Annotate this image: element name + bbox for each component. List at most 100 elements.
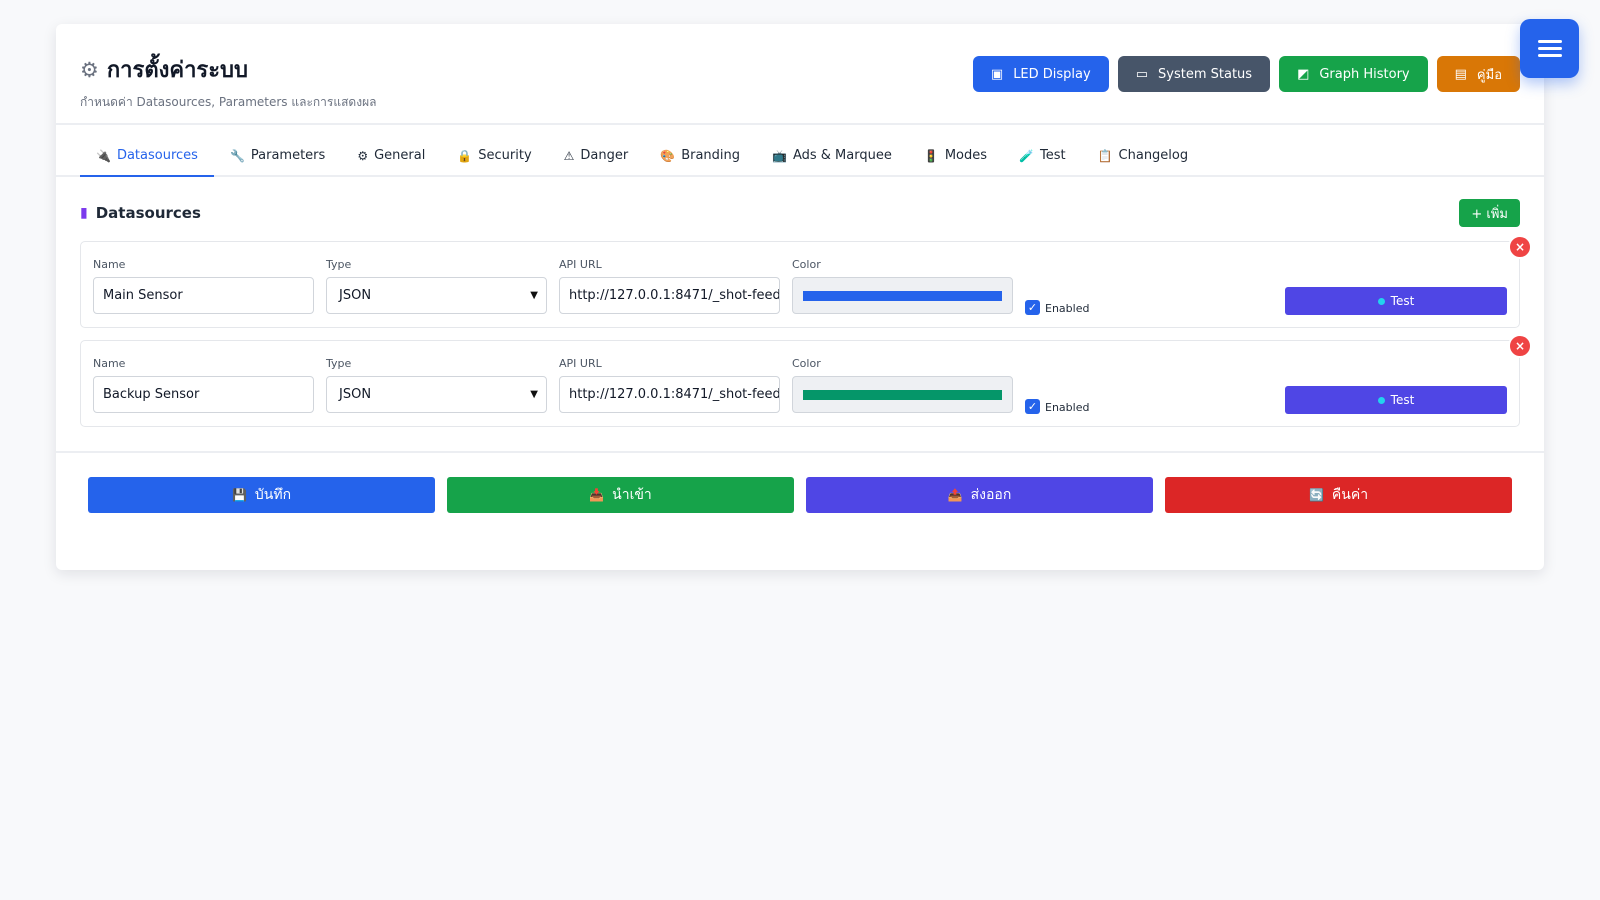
tab-label: Branding (681, 148, 741, 163)
status-dot-icon (1377, 297, 1385, 305)
graph-history-button[interactable]: ◩ Graph History (1279, 56, 1428, 92)
type-value: JSON (339, 288, 372, 303)
tab-parameters[interactable]: 🔧 Parameters (214, 136, 341, 177)
computer-icon: ▭ (1135, 66, 1149, 82)
enabled-toggle[interactable]: ✓ Enabled (1025, 258, 1246, 327)
tab-label: Ads & Marquee (792, 148, 892, 163)
settings-card: ⚙ การตั้งค่าระบบ กำหนดค่า Datasources, P… (56, 24, 1544, 570)
tab-label: Test (1039, 148, 1066, 163)
page-subtitle: กำหนดค่า Datasources, Parameters และการแ… (80, 95, 377, 109)
monitor-icon: ▣ (990, 66, 1004, 82)
tab-changelog[interactable]: 📋 Changelog (1082, 136, 1205, 177)
settings-tabs: 🔌 Datasources 🔧 Parameters ⚙ General 🔒 S… (56, 125, 1544, 177)
chevron-down-icon: ▼ (530, 389, 538, 400)
tab-branding[interactable]: 🎨 Branding (644, 136, 756, 177)
test-datasource-button[interactable]: Test (1285, 287, 1507, 315)
test-cell: Test (1258, 357, 1507, 426)
tab-danger[interactable]: ⚠ Danger (548, 136, 645, 177)
database-icon: ▮ (80, 205, 88, 221)
tab-label: Parameters (250, 148, 326, 163)
color-swatch (803, 389, 1002, 400)
color-picker[interactable] (792, 277, 1013, 314)
tab-security[interactable]: 🔒 Security (441, 136, 547, 177)
import-button[interactable]: 📥 นำเข้า (447, 477, 794, 513)
chevron-down-icon: ▼ (530, 290, 538, 301)
clipboard-icon: 📋 (1097, 148, 1113, 163)
outbox-icon: 📤 (947, 488, 963, 502)
test-datasource-button[interactable]: Test (1285, 386, 1507, 414)
datasources-section: ▮ Datasources + เพิ่ม Name Main Sensor T… (56, 177, 1544, 427)
reset-button[interactable]: 🔄 คืนค่า (1165, 477, 1512, 513)
type-select[interactable]: JSON ▼ (326, 277, 547, 314)
graph-history-label: Graph History (1319, 66, 1410, 82)
page-header: ⚙ การตั้งค่าระบบ กำหนดค่า Datasources, P… (56, 24, 1544, 125)
tab-label: Datasources (116, 148, 198, 163)
datasource-row: Name Backup Sensor Type JSON ▼ API URL h… (80, 334, 1532, 427)
enabled-label: Enabled (1045, 302, 1090, 315)
test-cell: Test (1258, 258, 1507, 327)
header-buttons: ▣ LED Display ▭ System Status ◩ Graph Hi… (972, 56, 1520, 92)
type-label: Type (326, 258, 352, 271)
warning-icon: ⚠ (563, 148, 575, 163)
type-field-group: Type JSON ▼ (326, 258, 547, 327)
tab-label: Security (478, 148, 532, 163)
manual-label: คู่มือ (1476, 67, 1502, 83)
manual-button[interactable]: ▤ คู่มือ (1436, 56, 1520, 92)
name-input[interactable]: Main Sensor (93, 277, 314, 314)
test-tube-icon: 🧪 (1019, 148, 1034, 163)
enabled-checkbox[interactable]: ✓ (1025, 300, 1040, 315)
enabled-toggle[interactable]: ✓ Enabled (1025, 357, 1246, 426)
enabled-checkbox[interactable]: ✓ (1025, 399, 1040, 414)
delete-datasource-button[interactable]: × (1508, 235, 1532, 259)
palette-icon: 🎨 (660, 148, 676, 163)
add-datasource-button[interactable]: + เพิ่ม (1459, 199, 1520, 227)
import-label: นำเข้า (612, 487, 652, 503)
tab-label: General (374, 148, 426, 163)
section-header: ▮ Datasources + เพิ่ม (80, 199, 1520, 227)
color-field-group: Color (792, 258, 1013, 327)
delete-datasource-button[interactable]: × (1508, 334, 1532, 358)
gear-icon: ⚙ (80, 57, 99, 82)
tab-test[interactable]: 🧪 Test (1003, 136, 1082, 177)
name-input[interactable]: Backup Sensor (93, 376, 314, 413)
tab-modes[interactable]: 🚦 Modes (908, 136, 1003, 177)
color-label: Color (792, 357, 821, 370)
name-field-group: Name Backup Sensor (93, 357, 314, 426)
chart-icon: ◩ (1297, 66, 1310, 82)
tab-general[interactable]: ⚙ General (341, 136, 441, 177)
tab-label: Modes (944, 148, 988, 163)
tab-ads-marquee[interactable]: 📺 Ads & Marquee (756, 136, 908, 177)
tab-label: Changelog (1118, 148, 1189, 163)
floppy-icon: 💾 (231, 488, 247, 502)
save-label: บันทึก (254, 487, 292, 503)
save-button[interactable]: 💾 บันทึก (88, 477, 435, 513)
system-status-button[interactable]: ▭ System Status (1117, 56, 1271, 92)
book-icon: ▤ (1454, 66, 1467, 82)
type-label: Type (326, 357, 352, 370)
hamburger-icon (1537, 40, 1562, 57)
action-bar: 💾 บันทึก 📥 นำเข้า 📤 ส่งออก 🔄 คืนค่า (56, 453, 1544, 513)
api-url-input[interactable]: http://127.0.0.1:8471/_shot-feed.p (559, 277, 780, 314)
tab-datasources[interactable]: 🔌 Datasources (80, 136, 214, 177)
led-display-label: LED Display (1013, 66, 1091, 82)
api-url-field-group: API URL http://127.0.0.1:8471/_shot-feed… (559, 357, 780, 426)
inbox-icon: 📥 (589, 488, 605, 502)
menu-button[interactable] (1520, 19, 1579, 78)
status-dot-icon (1377, 396, 1385, 404)
page-title-row: ⚙ การตั้งค่าระบบ (80, 52, 376, 87)
billboard-icon: 📺 (772, 148, 787, 163)
api-url-input[interactable]: http://127.0.0.1:8471/_shot-feed.p (559, 376, 780, 413)
test-label: Test (1390, 393, 1415, 407)
type-select[interactable]: JSON ▼ (326, 376, 547, 413)
export-button[interactable]: 📤 ส่งออก (806, 477, 1153, 513)
reset-icon: 🔄 (1308, 488, 1324, 502)
section-title-row: ▮ Datasources (80, 204, 201, 222)
led-display-button[interactable]: ▣ LED Display (972, 56, 1109, 92)
color-picker[interactable] (792, 376, 1013, 413)
enabled-label: Enabled (1045, 401, 1090, 414)
traffic-light-icon: 🚦 (923, 148, 939, 163)
plug-icon: 🔌 (96, 148, 111, 163)
lock-icon: 🔒 (457, 148, 473, 163)
color-label: Color (792, 258, 821, 271)
reset-label: คืนค่า (1331, 487, 1369, 503)
